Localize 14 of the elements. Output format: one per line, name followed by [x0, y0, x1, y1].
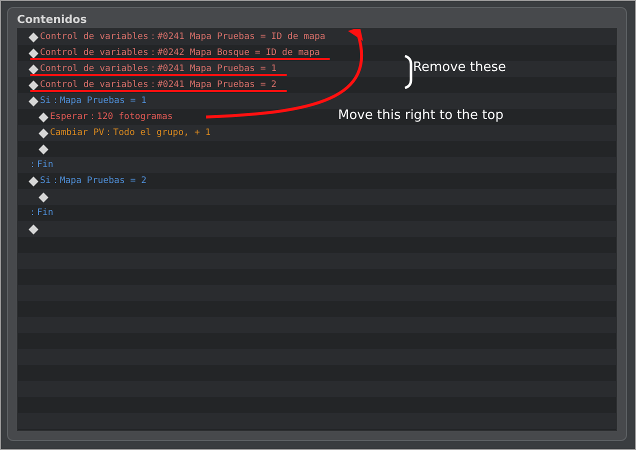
command-text[interactable]: Cambiar PV：Todo el grupo, + 1 — [50, 128, 211, 138]
command-text[interactable]: Si：Mapa Pruebas = 2 — [40, 176, 147, 186]
annotation-text: Remove these — [413, 60, 506, 75]
command-text[interactable]: Control de variables：#0241 Mapa Pruebas = ID de mapa — [40, 32, 326, 42]
command-text[interactable]: Control de variables：#0242 Mapa Bosque = ID de mapa — [40, 48, 320, 58]
panel-title: Contenidos — [17, 12, 88, 28]
command-text[interactable]: ：Fin — [28, 208, 54, 218]
annotation-text: Move this right to the top — [338, 108, 504, 123]
command-text[interactable]: Control de variables：#0241 Mapa Pruebas = 2 — [40, 80, 277, 90]
bracket-drawing — [403, 54, 413, 90]
command-text[interactable]: Esperar：120 fotogramas — [50, 112, 173, 122]
command-text[interactable]: Control de variables：#0241 Mapa Pruebas = 1 — [40, 64, 277, 74]
command-text[interactable]: Si：Mapa Pruebas = 1 — [40, 96, 147, 106]
command-text[interactable]: ：Fin — [28, 160, 54, 170]
